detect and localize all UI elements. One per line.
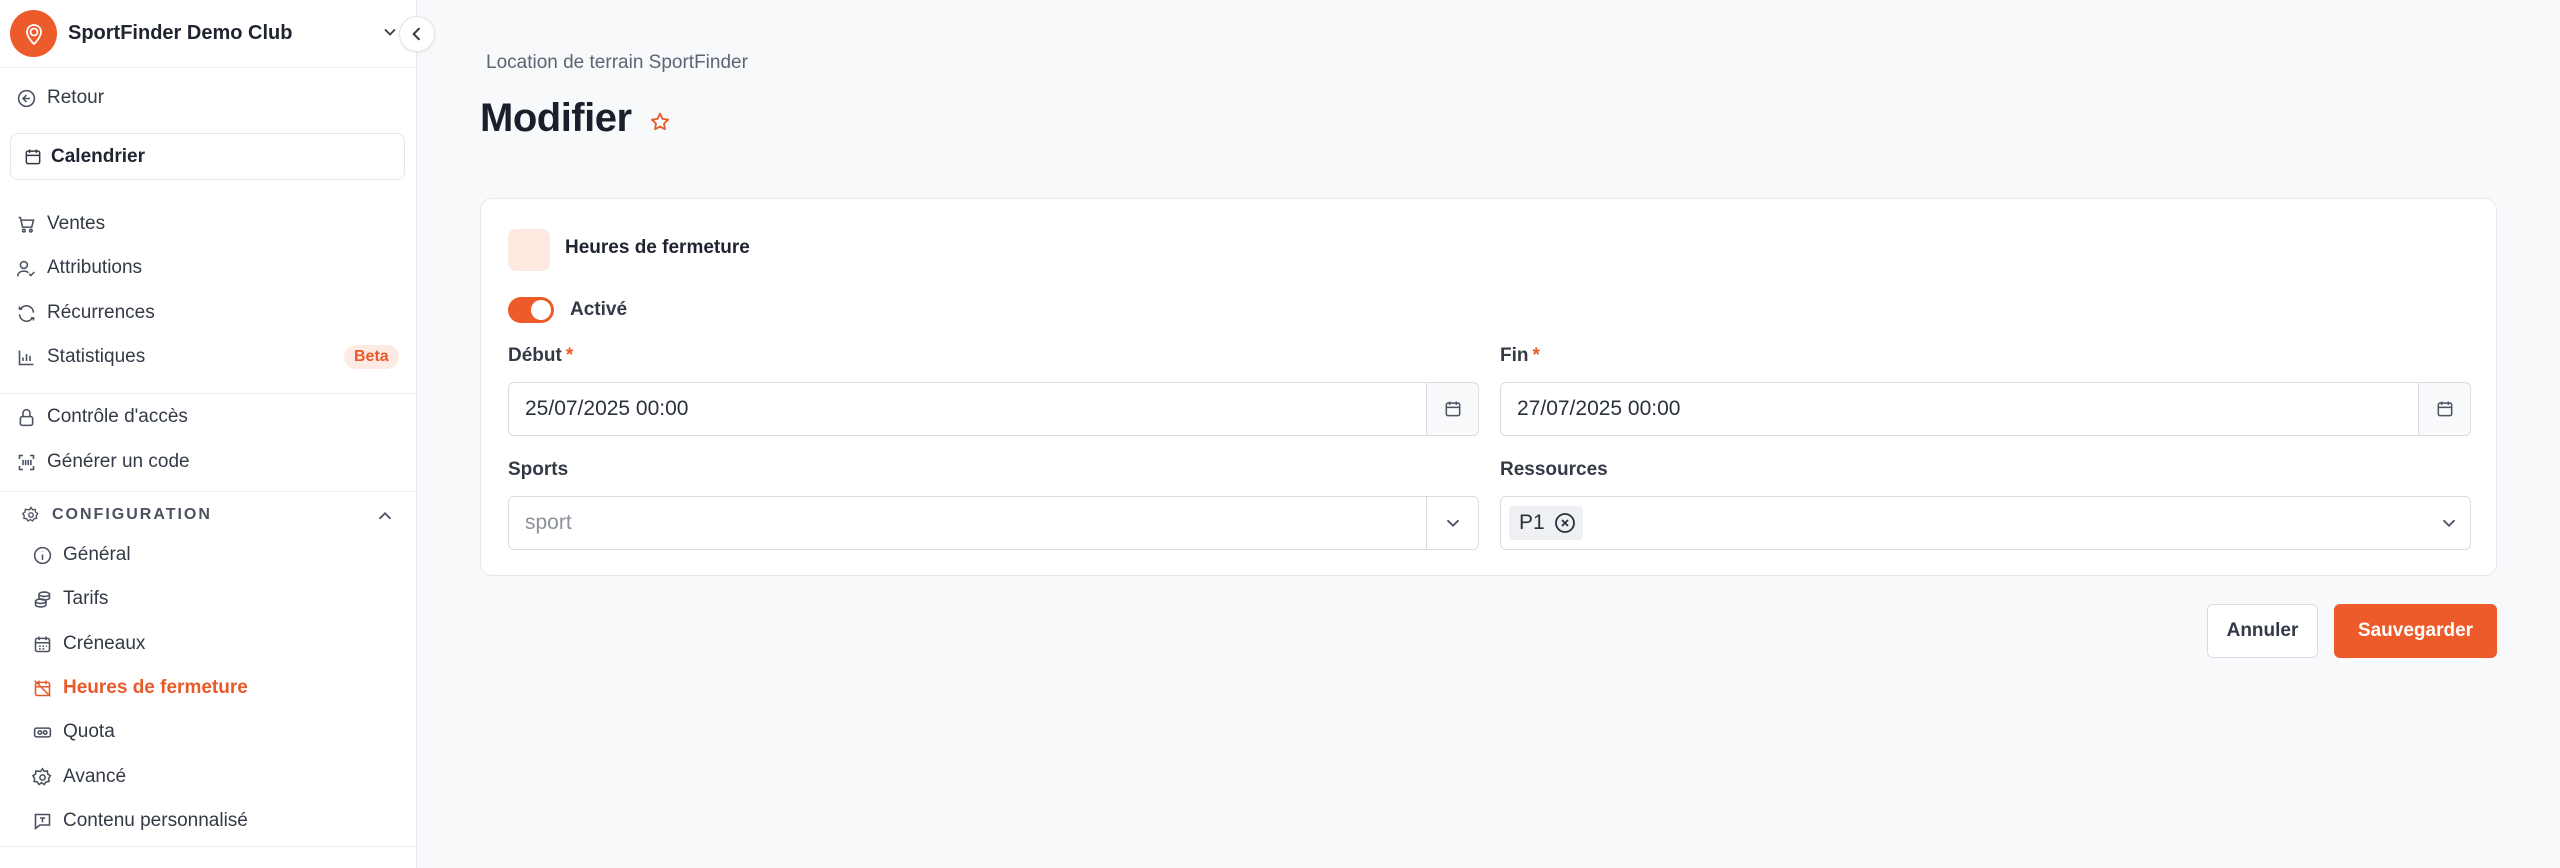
sidebar-item-label: Tarifs xyxy=(63,588,109,609)
back-link[interactable]: Retour xyxy=(16,80,104,116)
sidebar-item-creneaux[interactable]: Créneaux xyxy=(32,626,145,662)
sidebar-item-access-control[interactable]: Contrôle d'accès xyxy=(16,399,188,435)
required-mark: * xyxy=(565,345,574,366)
end-label-text: Fin xyxy=(1500,345,1529,366)
toggle-label: Activé xyxy=(570,299,628,320)
sidebar-item-label: Ventes xyxy=(47,213,106,234)
ticket-icon xyxy=(33,726,52,738)
chevron-down-icon[interactable] xyxy=(2438,512,2460,534)
required-mark: * xyxy=(1532,345,1540,366)
sidebar-item-label: Heures de fermeture xyxy=(63,677,248,698)
start-label: Début * xyxy=(508,345,573,367)
lock-icon xyxy=(19,408,34,426)
resources-label: Ressources xyxy=(1500,459,1608,480)
sidebar-divider xyxy=(0,491,416,492)
sidebar-item-label: Statistiques xyxy=(47,346,146,367)
resource-chip-label: P1 xyxy=(1519,511,1545,534)
club-switcher[interactable]: SportFinder Demo Club xyxy=(0,0,416,68)
sidebar-divider xyxy=(0,846,416,847)
card-icon xyxy=(508,229,550,271)
page-title: Modifier xyxy=(480,96,632,140)
start-date-value: 25/07/2025 00:00 xyxy=(525,397,689,420)
sidebar-item-label: Quota xyxy=(63,721,115,742)
sidebar-item-label: Attributions xyxy=(47,257,143,278)
cog-icon xyxy=(32,766,52,786)
sidebar-item-closing-hours[interactable]: Heures de fermeture xyxy=(32,670,248,706)
sidebar-item-calendar[interactable]: Calendrier xyxy=(10,133,405,180)
sidebar-item-label: Récurrences xyxy=(47,302,155,323)
resource-chip: P1 xyxy=(1509,506,1583,540)
enabled-toggle[interactable] xyxy=(508,297,554,323)
refresh-icon xyxy=(18,304,35,322)
breadcrumb[interactable]: Location de terrain SportFinder xyxy=(486,52,748,74)
gear-icon xyxy=(22,506,39,522)
info-icon xyxy=(33,546,52,564)
sports-dropdown-toggle[interactable] xyxy=(1426,497,1478,549)
start-date-input[interactable]: 25/07/2025 00:00 xyxy=(508,382,1479,436)
coins-icon xyxy=(34,590,51,608)
sidebar-item-label: Contenu personnalisé xyxy=(63,810,248,831)
sidebar-item-general[interactable]: Général xyxy=(32,537,131,573)
bar-chart-icon xyxy=(18,350,34,365)
start-calendar-button[interactable] xyxy=(1426,383,1478,435)
start-label-text: Début xyxy=(508,345,562,366)
sidebar-item-ventes[interactable]: Ventes xyxy=(16,206,105,242)
sidebar-item-custom-content[interactable]: Contenu personnalisé xyxy=(32,803,248,839)
user-check-icon xyxy=(16,260,35,277)
message-text-icon xyxy=(34,813,51,830)
location-pin-icon xyxy=(25,23,42,45)
save-button[interactable]: Sauvegarder xyxy=(2334,604,2497,658)
sidebar-item-label: Générer un code xyxy=(47,451,190,472)
section-label: CONFIGURATION xyxy=(52,506,212,523)
end-date-value: 27/07/2025 00:00 xyxy=(1517,397,1681,420)
chevron-up-icon[interactable] xyxy=(374,505,396,527)
configuration-section-title[interactable]: CONFIGURATION xyxy=(22,502,212,528)
toggle-knob xyxy=(531,300,551,320)
calendar-off-icon xyxy=(34,679,51,697)
club-name: SportFinder Demo Club xyxy=(68,22,293,44)
calendar-grid-icon xyxy=(34,636,51,652)
calendar-icon xyxy=(25,149,41,164)
sidebar-item-generate-code[interactable]: Générer un code xyxy=(16,444,190,480)
sidebar-item-quota[interactable]: Quota xyxy=(32,714,115,750)
sidebar-item-label: Avancé xyxy=(63,766,127,787)
end-label: Fin * xyxy=(1500,345,1540,367)
qr-code-icon xyxy=(18,454,35,470)
end-date-input[interactable]: 27/07/2025 00:00 xyxy=(1500,382,2471,436)
back-label: Retour xyxy=(47,87,105,108)
sidebar-item-tarifs[interactable]: Tarifs xyxy=(32,581,108,617)
closing-hours-card: Heures de fermeture Activé Début * 25/07/… xyxy=(480,198,2497,576)
sidebar-item-statistiques[interactable]: Statistiques xyxy=(16,339,145,375)
sidebar-divider xyxy=(0,393,416,394)
sidebar-item-avance[interactable]: Avancé xyxy=(32,759,126,795)
calendar-icon xyxy=(2437,401,2452,417)
sidebar-item-recurrences[interactable]: Récurrences xyxy=(16,295,155,331)
cancel-button[interactable]: Annuler xyxy=(2207,604,2318,658)
collapse-sidebar-button[interactable] xyxy=(399,16,435,52)
sidebar-item-label: Créneaux xyxy=(63,633,146,654)
calendar-label: Calendrier xyxy=(51,145,145,167)
sidebar-item-label: Contrôle d'accès xyxy=(47,406,188,427)
resources-select[interactable]: P1 xyxy=(1500,496,2471,550)
arrow-left-circle-icon xyxy=(17,89,36,107)
sidebar-item-label: Général xyxy=(63,544,131,565)
calendar-icon xyxy=(1445,401,1460,417)
sports-label: Sports xyxy=(508,459,569,480)
sports-placeholder: sport xyxy=(525,511,572,534)
sidebar-item-attributions[interactable]: Attributions xyxy=(16,250,142,286)
club-logo xyxy=(10,10,57,57)
chevron-down-icon xyxy=(1446,519,1459,528)
chevron-left-icon xyxy=(412,27,421,41)
chevron-down-icon[interactable] xyxy=(380,22,400,42)
card-title: Heures de fermeture xyxy=(565,237,750,258)
sports-select[interactable]: sport xyxy=(508,496,1479,550)
remove-circle-icon[interactable] xyxy=(1553,511,1577,535)
end-calendar-button[interactable] xyxy=(2418,383,2470,435)
sidebar: SportFinder Demo Club Retour Calendrier … xyxy=(0,0,435,868)
beta-badge: Beta xyxy=(344,345,399,369)
star-icon[interactable] xyxy=(649,111,671,133)
shopping-cart-icon xyxy=(18,216,35,233)
